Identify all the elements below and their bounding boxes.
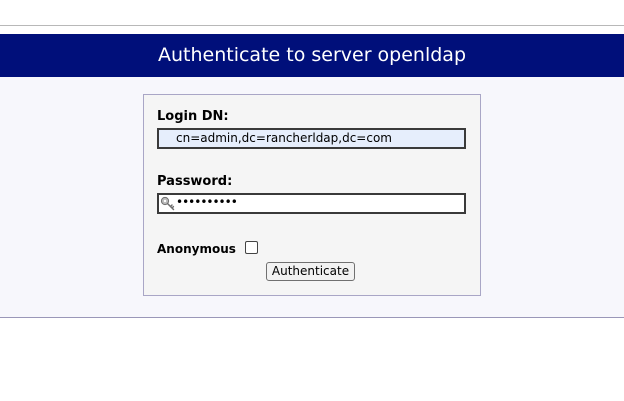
login-dn-input[interactable]: cn=admin,dc=rancherldap,dc=com <box>157 128 466 149</box>
password-value: •••••••••• <box>176 195 238 209</box>
top-divider <box>0 25 624 26</box>
anonymous-label: Anonymous <box>157 242 236 256</box>
login-dn-label: Login DN: <box>157 109 229 124</box>
key-icon <box>160 196 175 211</box>
bottom-divider <box>0 317 624 318</box>
authenticate-button[interactable]: Authenticate <box>266 262 355 281</box>
page-title: Authenticate to server openldap <box>0 34 624 77</box>
login-dn-value: cn=admin,dc=rancherldap,dc=com <box>176 131 392 145</box>
password-label: Password: <box>157 174 233 189</box>
anonymous-checkbox[interactable] <box>245 241 258 254</box>
password-input[interactable]: •••••••••• <box>157 193 466 214</box>
login-form: Login DN: cn=admin,dc=rancherldap,dc=com… <box>143 94 481 296</box>
